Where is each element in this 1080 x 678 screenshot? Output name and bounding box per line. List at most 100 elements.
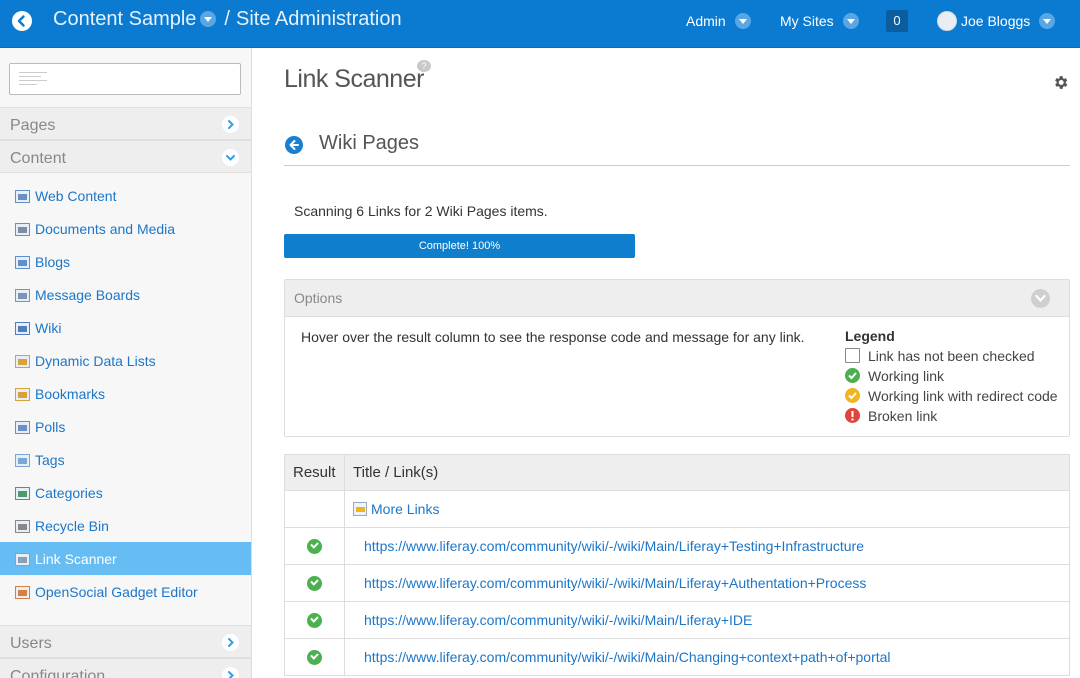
table-header-row: Result Title / Link(s)	[284, 454, 1070, 491]
section-label: Content	[10, 150, 67, 167]
sidebar-item-bookmarks[interactable]: Bookmarks	[0, 377, 251, 410]
chevron-right-icon	[222, 634, 239, 651]
site-name[interactable]: Content Sample	[53, 8, 196, 30]
wiki-icon	[15, 322, 30, 335]
my-sites-menu[interactable]: My Sites	[780, 13, 859, 29]
table-row: More Links	[284, 490, 1070, 528]
link-icon	[15, 553, 30, 566]
site-dropdown-icon[interactable]	[200, 11, 217, 27]
check-circle-icon[interactable]	[307, 613, 322, 629]
check-circle-icon[interactable]	[307, 539, 322, 555]
legend-label: Link has not been checked	[868, 348, 1035, 364]
legend-item-unchecked: Link has not been checked	[845, 348, 1035, 364]
legend-title: Legend	[845, 328, 895, 344]
link-url[interactable]: https://www.liferay.com/community/wiki/-…	[364, 649, 891, 665]
check-circle-icon	[845, 368, 860, 383]
section-name: Site Administration	[235, 8, 402, 30]
gear-icon[interactable]	[1052, 74, 1069, 96]
options-hint: Hover over the result column to see the …	[301, 329, 805, 345]
table-row: https://www.liferay.com/community/wiki/-…	[284, 527, 1070, 565]
categories-icon	[15, 487, 30, 500]
sidebar-item-label: Web Content	[35, 188, 117, 204]
link-cell: https://www.liferay.com/community/wiki/-…	[344, 601, 1070, 639]
sidebar-item-label: Link Scanner	[35, 551, 117, 567]
sidebar-item-polls[interactable]: Polls	[0, 410, 251, 443]
column-header-title: Title / Link(s)	[344, 454, 1070, 491]
sidebar-item-label: Dynamic Data Lists	[35, 353, 156, 369]
result-cell	[284, 601, 345, 639]
notification-badge[interactable]: 0	[886, 10, 908, 32]
chevron-down-icon	[842, 13, 859, 29]
data-lists-icon	[15, 355, 30, 368]
sidebar-item-opensocial-gadget-editor[interactable]: OpenSocial Gadget Editor	[0, 575, 251, 608]
sidebar-item-blogs[interactable]: Blogs	[0, 245, 251, 278]
link-url[interactable]: https://www.liferay.com/community/wiki/-…	[364, 612, 752, 628]
options-panel: Options Hover over the result column to …	[284, 279, 1070, 437]
sidebar-item-label: Wiki	[35, 320, 62, 336]
my-sites-label: My Sites	[780, 13, 834, 29]
message-boards-icon	[15, 289, 30, 302]
sidebar-item-label: Tags	[35, 452, 65, 468]
section-header: Wiki Pages	[284, 128, 1070, 166]
sidebar-item-link-scanner[interactable]: Link Scanner	[0, 542, 251, 575]
polls-icon	[15, 421, 30, 434]
exclamation-circle-icon	[845, 408, 860, 423]
table-row: https://www.liferay.com/community/wiki/-…	[284, 638, 1070, 676]
sidebar-item-label: Documents and Media	[35, 221, 176, 237]
sidebar-item-wiki[interactable]: Wiki	[0, 311, 251, 344]
table-row: https://www.liferay.com/community/wiki/-…	[284, 564, 1070, 602]
check-circle-icon[interactable]	[307, 576, 322, 592]
result-cell	[284, 527, 345, 565]
sidebar-item-tags[interactable]: Tags	[0, 443, 251, 476]
more-links-cell: More Links	[344, 490, 1070, 528]
link-url[interactable]: https://www.liferay.com/community/wiki/-…	[364, 538, 864, 554]
sidebar-item-categories[interactable]: Categories	[0, 476, 251, 509]
link-cell: https://www.liferay.com/community/wiki/-…	[344, 638, 1070, 676]
chevron-down-icon[interactable]	[1031, 289, 1050, 308]
section-users[interactable]: Users	[0, 625, 251, 658]
help-icon[interactable]: ?	[417, 60, 431, 72]
avatar	[937, 11, 957, 31]
sidebar-item-label: Blogs	[35, 254, 71, 270]
section-content[interactable]: Content	[0, 140, 251, 173]
page-title: Link Scanner	[284, 65, 424, 93]
admin-label: Admin	[686, 13, 726, 29]
sidebar-item-message-boards[interactable]: Message Boards	[0, 278, 251, 311]
section-configuration[interactable]: Configuration	[0, 658, 251, 678]
legend-item-broken: Broken link	[845, 408, 937, 424]
section-pages[interactable]: Pages	[0, 107, 251, 140]
legend-label: Working link with redirect code	[868, 388, 1058, 404]
sidebar-item-documents-and-media[interactable]: Documents and Media	[0, 212, 251, 245]
more-links-link[interactable]: More Links	[371, 501, 439, 517]
sidebar-item-dynamic-data-lists[interactable]: Dynamic Data Lists	[0, 344, 251, 377]
link-cell: https://www.liferay.com/community/wiki/-…	[344, 564, 1070, 602]
redirect-circle-icon	[845, 388, 860, 403]
link-url[interactable]: https://www.liferay.com/community/wiki/-…	[364, 575, 866, 591]
bookmarks-icon	[15, 388, 30, 401]
user-menu[interactable]: Joe Bloggs	[937, 11, 1056, 31]
breadcrumb-separator: /	[224, 8, 230, 30]
sidebar-item-web-content[interactable]: Web Content	[0, 179, 251, 212]
section-label: Configuration	[10, 668, 106, 678]
search-field-lines-icon	[19, 72, 47, 88]
back-arrow-icon[interactable]	[285, 136, 303, 154]
sidebar-item-label: Recycle Bin	[35, 518, 109, 534]
section-label: Users	[10, 635, 52, 652]
blogs-icon	[15, 256, 30, 269]
search-input[interactable]	[9, 63, 241, 95]
sidebar-item-recycle-bin[interactable]: Recycle Bin	[0, 509, 251, 542]
check-circle-icon[interactable]	[307, 650, 322, 666]
sidebar-item-label: Bookmarks	[35, 386, 106, 402]
back-arrow-icon[interactable]	[12, 11, 32, 31]
admin-menu[interactable]: Admin	[686, 13, 751, 29]
link-cell: https://www.liferay.com/community/wiki/-…	[344, 527, 1070, 565]
chevron-down-icon	[734, 13, 751, 29]
sidebar-item-label: Message Boards	[35, 287, 141, 303]
page-icon	[353, 502, 367, 516]
user-name: Joe Bloggs	[961, 13, 1031, 29]
documents-icon	[15, 223, 30, 236]
legend-item-redirect: Working link with redirect code	[845, 388, 1058, 404]
result-cell	[284, 564, 345, 602]
column-header-result: Result	[284, 454, 345, 491]
options-header[interactable]: Options	[285, 280, 1069, 317]
